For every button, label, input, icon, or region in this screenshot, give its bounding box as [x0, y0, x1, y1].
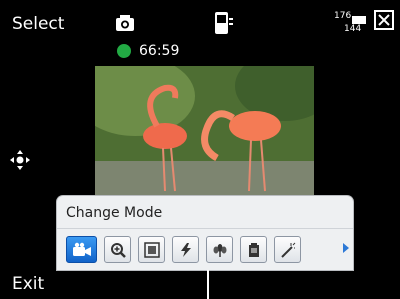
resolution-bottom-text: 144 — [344, 24, 362, 34]
timer-icon — [248, 242, 259, 257]
close-button[interactable] — [374, 10, 394, 30]
phone-storage-icon — [215, 12, 233, 34]
close-icon — [378, 14, 390, 26]
resolution-bar — [352, 16, 366, 24]
scroll-right-icon[interactable] — [343, 243, 349, 253]
frame-icon — [143, 241, 160, 258]
mode-list — [66, 236, 301, 263]
mode-zoom-button[interactable] — [104, 236, 131, 263]
mode-frame-button[interactable] — [138, 236, 165, 263]
zoom-icon — [110, 242, 126, 258]
exit-softkey[interactable]: Exit — [12, 274, 44, 294]
recording-timer: 66:59 — [117, 43, 179, 59]
recording-time-text: 66:59 — [139, 43, 180, 59]
effects-icon — [280, 242, 295, 258]
mode-flash-button[interactable] — [172, 236, 199, 263]
flash-icon — [180, 242, 191, 257]
mode-effects-button[interactable] — [274, 236, 301, 263]
mode-video-button[interactable] — [66, 236, 97, 263]
change-mode-menu: Change Mode — [57, 196, 353, 270]
record-status-dot — [117, 44, 131, 58]
menu-divider — [57, 228, 353, 229]
macro-icon — [213, 243, 226, 257]
mode-timer-button[interactable] — [240, 236, 267, 263]
pointer-line — [207, 270, 209, 299]
camera-preview — [95, 66, 314, 198]
menu-title: Change Mode — [66, 205, 163, 221]
resolution-indicator: 176 144 — [334, 12, 368, 36]
flamingos-image — [95, 66, 314, 198]
navigation-pad-icon — [10, 150, 30, 170]
mode-macro-button[interactable] — [206, 236, 233, 263]
resolution-top-text: 176 — [334, 11, 352, 21]
video-camera-icon — [72, 242, 91, 256]
select-softkey[interactable]: Select — [12, 14, 64, 34]
camcorder-icon — [116, 15, 134, 31]
